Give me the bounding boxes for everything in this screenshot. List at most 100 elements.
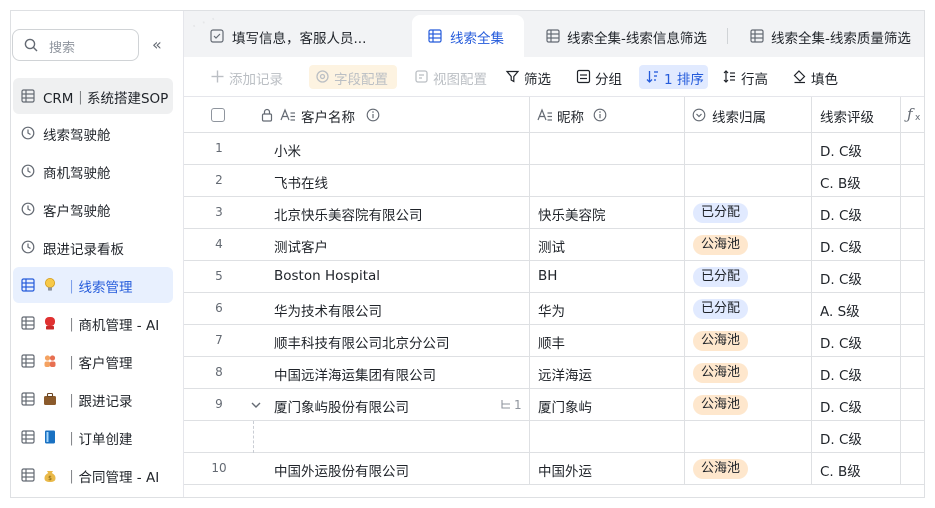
- customer-name-cell[interactable]: 厦门象屿股份有限公司 1: [251, 389, 530, 421]
- nickname-cell[interactable]: 顺丰: [530, 325, 685, 357]
- lead-rating-cell[interactable]: D. C级: [812, 357, 901, 389]
- lead-owner-cell[interactable]: 公海池: [685, 229, 812, 261]
- view-config-button[interactable]: 视图配置: [408, 65, 494, 89]
- search-input[interactable]: 搜索: [12, 29, 139, 61]
- sidebar-item-2[interactable]: 商机驾驶舱: [13, 153, 173, 189]
- sidebar-item-7[interactable]: ｜客户管理: [13, 343, 173, 379]
- sidebar-item-1[interactable]: 线索驾驶舱: [13, 115, 173, 151]
- formula-cell[interactable]: [901, 357, 924, 389]
- customer-name-cell[interactable]: 华为技术有限公司: [254, 293, 530, 325]
- nickname-cell[interactable]: 快乐美容院: [530, 197, 685, 229]
- lead-rating-cell[interactable]: D. C级: [812, 261, 901, 293]
- row-height-button[interactable]: 行高: [716, 65, 778, 89]
- nickname-cell[interactable]: 中国外运: [530, 453, 685, 485]
- lead-rating-cell[interactable]: D. C级: [812, 389, 901, 421]
- select-all-checkbox[interactable]: [211, 108, 225, 122]
- sidebar-item-8[interactable]: ｜跟进记录: [13, 381, 173, 417]
- table-row[interactable]: 4 测试客户 测试 公海池 D. C级: [184, 229, 924, 261]
- lead-owner-cell[interactable]: [685, 133, 812, 165]
- customer-name-cell[interactable]: 小米: [254, 133, 530, 165]
- header-lead-rating[interactable]: 线索评级: [812, 97, 901, 133]
- tab-all-leads[interactable]: 线索全集: [412, 15, 524, 57]
- lead-owner-cell[interactable]: 公海池: [685, 389, 812, 421]
- lead-owner-cell[interactable]: 已分配: [685, 261, 812, 293]
- customer-name-cell[interactable]: [254, 421, 530, 453]
- sidebar-item-10[interactable]: $ ｜合同管理 - AI: [13, 457, 173, 493]
- customer-name-cell[interactable]: 中国外运股份有限公司: [254, 453, 530, 485]
- lead-rating-cell[interactable]: D. C级: [812, 133, 901, 165]
- lead-owner-cell[interactable]: [685, 165, 812, 197]
- formula-cell[interactable]: [901, 293, 924, 325]
- formula-cell[interactable]: [901, 261, 924, 293]
- field-config-button[interactable]: 字段配置: [309, 65, 397, 89]
- customer-name-cell[interactable]: 中国远洋海运集团有限公司: [254, 357, 530, 389]
- table-row[interactable]: 9 厦门象屿股份有限公司 1 厦门象屿 公海池 D. C级: [184, 389, 924, 421]
- header-formula[interactable]: ƒ x: [901, 97, 924, 133]
- formula-cell[interactable]: [901, 453, 924, 485]
- info-icon[interactable]: [366, 108, 380, 122]
- nickname-cell[interactable]: [530, 133, 685, 165]
- customer-name-cell[interactable]: 飞书在线: [254, 165, 530, 197]
- table-row[interactable]: 10 中国外运股份有限公司 中国外运 公海池 C. B级: [184, 453, 924, 485]
- tab-form[interactable]: 填写信息，客服人员...: [204, 15, 409, 57]
- add-record-button[interactable]: 添加记录: [204, 65, 296, 89]
- lead-rating-cell[interactable]: C. B级: [812, 453, 901, 485]
- sidebar-item-5[interactable]: ｜线索管理: [13, 267, 173, 303]
- table-row[interactable]: 6 华为技术有限公司 华为 已分配 A. S级: [184, 293, 924, 325]
- header-nickname[interactable]: 昵称: [530, 97, 685, 133]
- nickname-cell[interactable]: 华为: [530, 293, 685, 325]
- lead-rating-cell[interactable]: A. S级: [812, 293, 901, 325]
- lead-rating-cell[interactable]: D. C级: [812, 229, 901, 261]
- sidebar-item-0[interactable]: CRM｜系统搭建SOP: [13, 78, 173, 114]
- lead-rating-cell[interactable]: C. B级: [812, 165, 901, 197]
- header-lead-owner[interactable]: 线索归属: [685, 97, 812, 133]
- nickname-cell[interactable]: 厦门象屿: [530, 389, 685, 421]
- formula-cell[interactable]: [901, 229, 924, 261]
- sidebar-item-9[interactable]: ｜订单创建: [13, 419, 173, 455]
- table-row[interactable]: 1 小米 D. C级: [184, 133, 924, 165]
- tab-lead-quality-filter[interactable]: 线索全集-线索质量筛选: [740, 15, 924, 57]
- formula-cell[interactable]: [901, 325, 924, 357]
- customer-name-cell[interactable]: 北京快乐美容院有限公司: [254, 197, 530, 229]
- lead-rating-cell[interactable]: D. C级: [812, 421, 901, 453]
- table-row[interactable]: 7 顺丰科技有限公司北京分公司 顺丰 公海池 D. C级: [184, 325, 924, 357]
- table-row[interactable]: 8 中国远洋海运集团有限公司 远洋海运 公海池 D. C级: [184, 357, 924, 389]
- formula-cell[interactable]: [901, 421, 924, 453]
- formula-cell[interactable]: [901, 133, 924, 165]
- nickname-cell[interactable]: 测试: [530, 229, 685, 261]
- fill-color-button[interactable]: 填色: [786, 65, 846, 89]
- table-row[interactable]: 3 北京快乐美容院有限公司 快乐美容院 已分配 D. C级: [184, 197, 924, 229]
- formula-cell[interactable]: [901, 165, 924, 197]
- chevron-down-icon[interactable]: [250, 399, 262, 411]
- header-customer-name[interactable]: 客户名称: [254, 97, 530, 133]
- table-row[interactable]: 2 飞书在线 C. B级: [184, 165, 924, 197]
- collapse-sidebar-icon[interactable]: «: [152, 37, 168, 53]
- sidebar-item-3[interactable]: 客户驾驶舱: [13, 191, 173, 227]
- table-row[interactable]: 5 Boston Hospital BH 已分配 D. C级: [184, 261, 924, 293]
- formula-cell[interactable]: [901, 197, 924, 229]
- sidebar-item-6[interactable]: ｜商机管理 - AI: [13, 305, 173, 341]
- nickname-cell[interactable]: [530, 165, 685, 197]
- filter-button[interactable]: 筛选: [499, 65, 563, 89]
- customer-name-cell[interactable]: Boston Hospital: [254, 261, 530, 293]
- lead-owner-cell[interactable]: 已分配: [685, 197, 812, 229]
- lead-owner-cell[interactable]: [685, 421, 812, 453]
- lead-owner-cell[interactable]: 公海池: [685, 453, 812, 485]
- lead-rating-cell[interactable]: D. C级: [812, 325, 901, 357]
- lead-rating-cell[interactable]: D. C级: [812, 197, 901, 229]
- nickname-cell[interactable]: BH: [530, 261, 685, 293]
- table-row[interactable]: D. C级: [184, 421, 924, 453]
- tab-lead-info-filter[interactable]: 线索全集-线索信息筛选: [536, 15, 728, 57]
- lead-owner-cell[interactable]: 公海池: [685, 325, 812, 357]
- sort-button[interactable]: 1 排序: [639, 65, 708, 89]
- nickname-cell[interactable]: [530, 421, 685, 453]
- customer-name-cell[interactable]: 顺丰科技有限公司北京分公司: [254, 325, 530, 357]
- lead-owner-cell[interactable]: 公海池: [685, 357, 812, 389]
- nickname-cell[interactable]: 远洋海运: [530, 357, 685, 389]
- formula-cell[interactable]: [901, 389, 924, 421]
- customer-name-cell[interactable]: 测试客户: [254, 229, 530, 261]
- info-icon[interactable]: [593, 108, 607, 122]
- lead-owner-cell[interactable]: 已分配: [685, 293, 812, 325]
- sidebar-item-4[interactable]: 跟进记录看板: [13, 229, 173, 265]
- group-button[interactable]: 分组: [570, 65, 630, 89]
